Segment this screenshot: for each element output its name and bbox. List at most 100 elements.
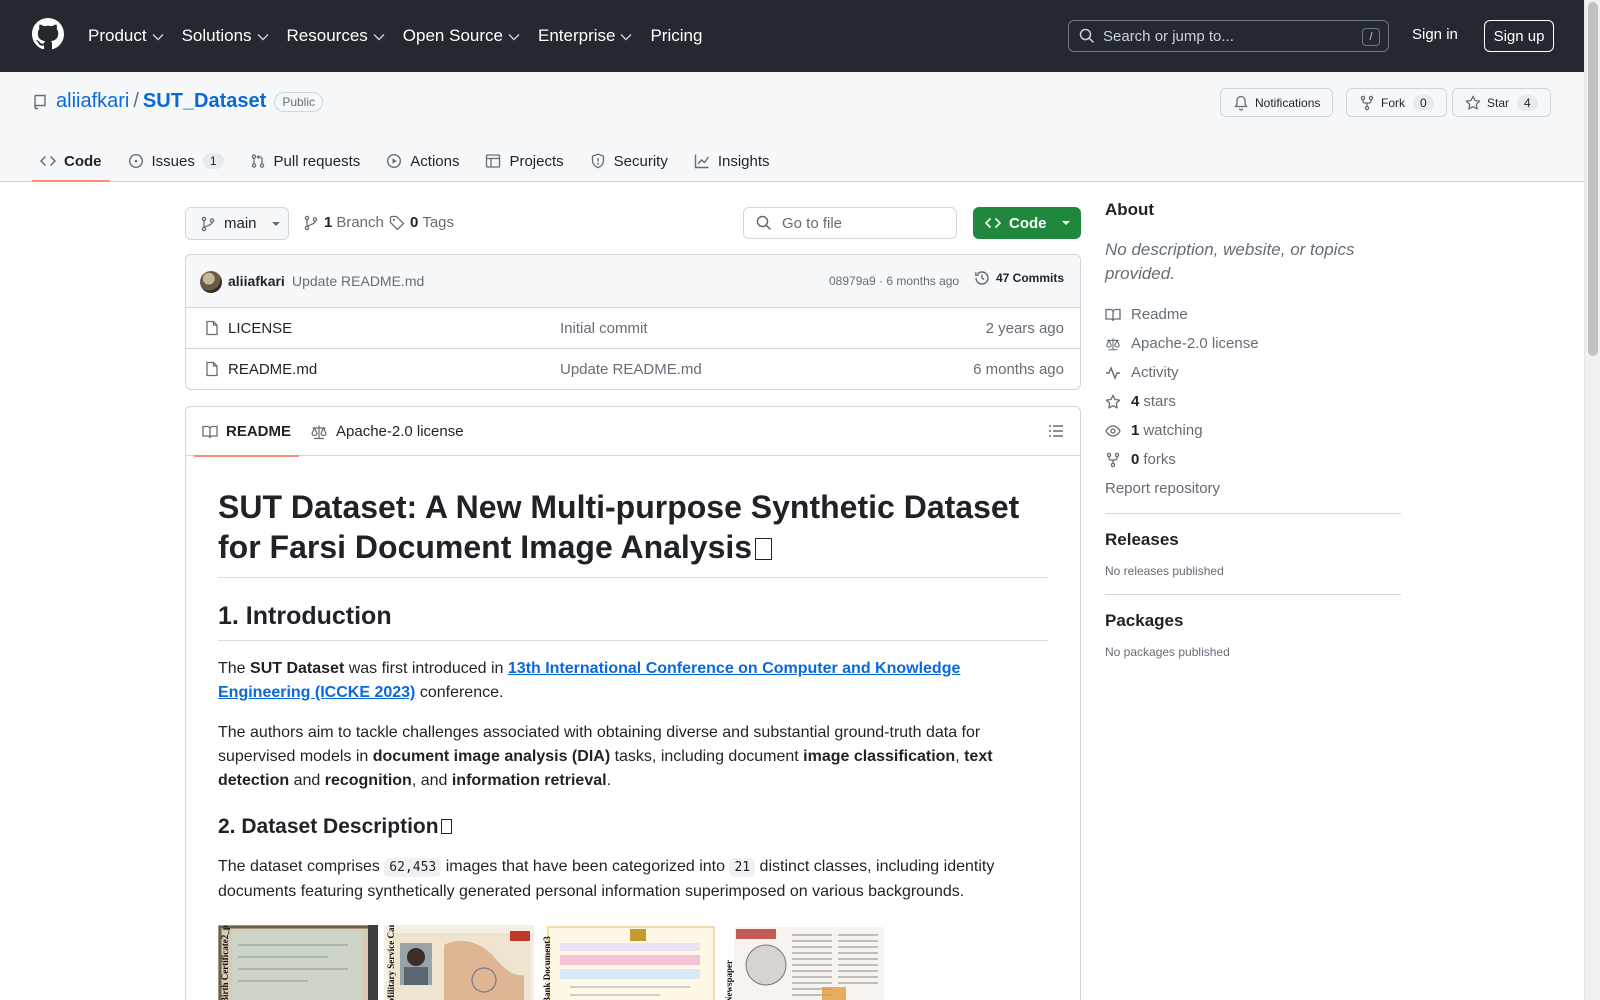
- text: ,: [955, 748, 965, 765]
- code-dropdown-button[interactable]: Code: [973, 207, 1081, 239]
- watching-link[interactable]: 1 watching: [1105, 416, 1401, 445]
- law-scale-icon: [1106, 337, 1120, 350]
- sample-image-bank-document[interactable]: Bank Document3: [540, 925, 716, 1000]
- report-repository-link[interactable]: Report repository: [1105, 480, 1401, 497]
- shield-icon: [591, 153, 604, 169]
- text: The: [218, 660, 251, 677]
- inline-code: 21: [729, 858, 756, 877]
- commit-message-link[interactable]: Update README.md: [292, 273, 424, 289]
- search-input[interactable]: Search or jump to... /: [1068, 20, 1389, 52]
- nav-solutions[interactable]: Solutions: [182, 26, 269, 46]
- repo-header: aliiafkari / SUT_Dataset Public Notifica…: [0, 72, 1584, 182]
- file-icon: [206, 361, 218, 377]
- play-icon: [387, 153, 402, 169]
- global-header: Product Solutions Resources Open Source …: [0, 0, 1584, 72]
- branch-name: main: [224, 215, 257, 232]
- caret-down-icon: [1061, 221, 1070, 225]
- text: and: [289, 772, 325, 789]
- tab-actions[interactable]: Actions: [378, 140, 467, 182]
- stars-label: stars: [1143, 393, 1176, 410]
- fork-label: Fork: [1381, 95, 1405, 110]
- heading-dataset-description: 2. Dataset Description: [218, 815, 1048, 839]
- releases-heading[interactable]: Releases: [1105, 530, 1401, 550]
- repo-owner-link[interactable]: aliiafkari: [56, 90, 129, 113]
- tab-projects[interactable]: Projects: [477, 140, 571, 182]
- avatar[interactable]: [200, 271, 222, 293]
- tab-code[interactable]: Code: [32, 140, 110, 182]
- readme-tabs: README Apache-2.0 license: [186, 407, 1080, 457]
- sample-image-military-card[interactable]: Military Service Card1: [384, 925, 534, 1000]
- code-icon: [40, 155, 56, 167]
- tab-security-label: Security: [613, 152, 668, 170]
- stars-link[interactable]: 4 stars: [1105, 387, 1401, 416]
- tag-icon: [389, 215, 405, 230]
- branches-link[interactable]: 1 Branch: [303, 214, 384, 231]
- sign-in-link[interactable]: Sign in: [1412, 26, 1458, 43]
- commits-link[interactable]: 47 Commits: [974, 270, 1064, 286]
- thumbnail-label: Bank Document3: [542, 936, 552, 1000]
- bold-text: recognition: [324, 772, 412, 789]
- github-logo-icon[interactable]: [32, 18, 64, 50]
- description-paragraph: The dataset comprises 62,453 images that…: [218, 855, 1048, 904]
- repo-name-link[interactable]: SUT_Dataset: [143, 90, 266, 113]
- tab-license[interactable]: Apache-2.0 license: [310, 407, 464, 456]
- table-row: README.md Update README.md 6 months ago: [186, 349, 1080, 389]
- sample-image-newspaper[interactable]: Newspaper: [722, 925, 888, 1000]
- tab-security[interactable]: Security: [582, 140, 676, 182]
- eye-icon: [1105, 424, 1121, 437]
- nav-enterprise[interactable]: Enterprise: [538, 26, 632, 46]
- file-name-link[interactable]: LICENSE: [228, 320, 292, 337]
- readme-link[interactable]: Readme: [1105, 300, 1401, 329]
- tab-readme[interactable]: README: [193, 407, 300, 457]
- tab-issues[interactable]: Issues 1: [120, 140, 232, 182]
- tag-count-label: Tags: [422, 214, 455, 231]
- heading-text: 2. Dataset Description: [218, 815, 439, 838]
- nav-solutions-label: Solutions: [181, 26, 252, 45]
- nav-pricing[interactable]: Pricing: [650, 26, 702, 46]
- file-name-link[interactable]: README.md: [228, 361, 317, 378]
- code-icon: [985, 217, 1001, 229]
- outline-list-icon[interactable]: [1048, 423, 1064, 439]
- nav-product[interactable]: Product: [88, 26, 164, 46]
- scrollbar-thumb[interactable]: [1588, 2, 1598, 356]
- readme-title-text: SUT Dataset: A New Multi-purpose Synthet…: [218, 489, 1020, 565]
- tab-pull-requests[interactable]: Pull requests: [242, 140, 369, 182]
- sign-up-button[interactable]: Sign up: [1484, 20, 1554, 52]
- forks-count: 0: [1131, 451, 1140, 468]
- bold-text: information retrieval: [451, 772, 607, 789]
- thumbnail-label: Military Service Card1: [386, 925, 396, 1000]
- fork-button[interactable]: Fork 0: [1346, 88, 1447, 117]
- history-icon: [975, 271, 989, 285]
- file-commit-message[interactable]: Initial commit: [560, 320, 648, 337]
- pulse-icon: [1106, 365, 1120, 380]
- file-commit-message[interactable]: Update README.md: [560, 361, 702, 378]
- license-link[interactable]: Apache-2.0 license: [1105, 329, 1401, 358]
- about-heading: About: [1105, 200, 1155, 219]
- tab-insights[interactable]: Insights: [686, 140, 778, 182]
- repo-icon: [34, 94, 46, 109]
- page-scrollbar[interactable]: [1584, 0, 1600, 1000]
- issue-icon: [128, 153, 143, 169]
- code-button-label: Code: [1009, 214, 1047, 232]
- notifications-label: Notifications: [1255, 95, 1321, 110]
- forks-link[interactable]: 0 forks: [1105, 445, 1401, 474]
- activity-link[interactable]: Activity: [1105, 358, 1401, 387]
- tags-link[interactable]: 0 Tags: [389, 214, 454, 231]
- star-icon: [1465, 95, 1481, 110]
- text: , and: [411, 772, 452, 789]
- packages-heading[interactable]: Packages: [1105, 611, 1401, 631]
- commit-hash-time[interactable]: 08979a9 · 6 months ago: [829, 274, 959, 288]
- latest-commit-row: aliiafkari Update README.md 08979a9 · 6 …: [186, 255, 1080, 308]
- nav-open-source[interactable]: Open Source: [403, 26, 520, 46]
- book-icon: [1105, 308, 1121, 321]
- branch-selector[interactable]: main: [185, 207, 289, 240]
- nav-resources[interactable]: Resources: [287, 26, 385, 46]
- commit-author-link[interactable]: aliiafkari: [228, 273, 285, 289]
- star-button[interactable]: Star 4: [1452, 88, 1551, 117]
- notifications-button[interactable]: Notifications: [1220, 88, 1334, 117]
- text: was first introduced in: [344, 660, 508, 677]
- nav-open-source-label: Open Source: [402, 26, 503, 45]
- go-to-file-input[interactable]: Go to file: [743, 207, 957, 239]
- law-scale-icon: [311, 425, 327, 439]
- sample-image-birth-certificate[interactable]: Birth Certificate2_page3: [218, 925, 378, 1000]
